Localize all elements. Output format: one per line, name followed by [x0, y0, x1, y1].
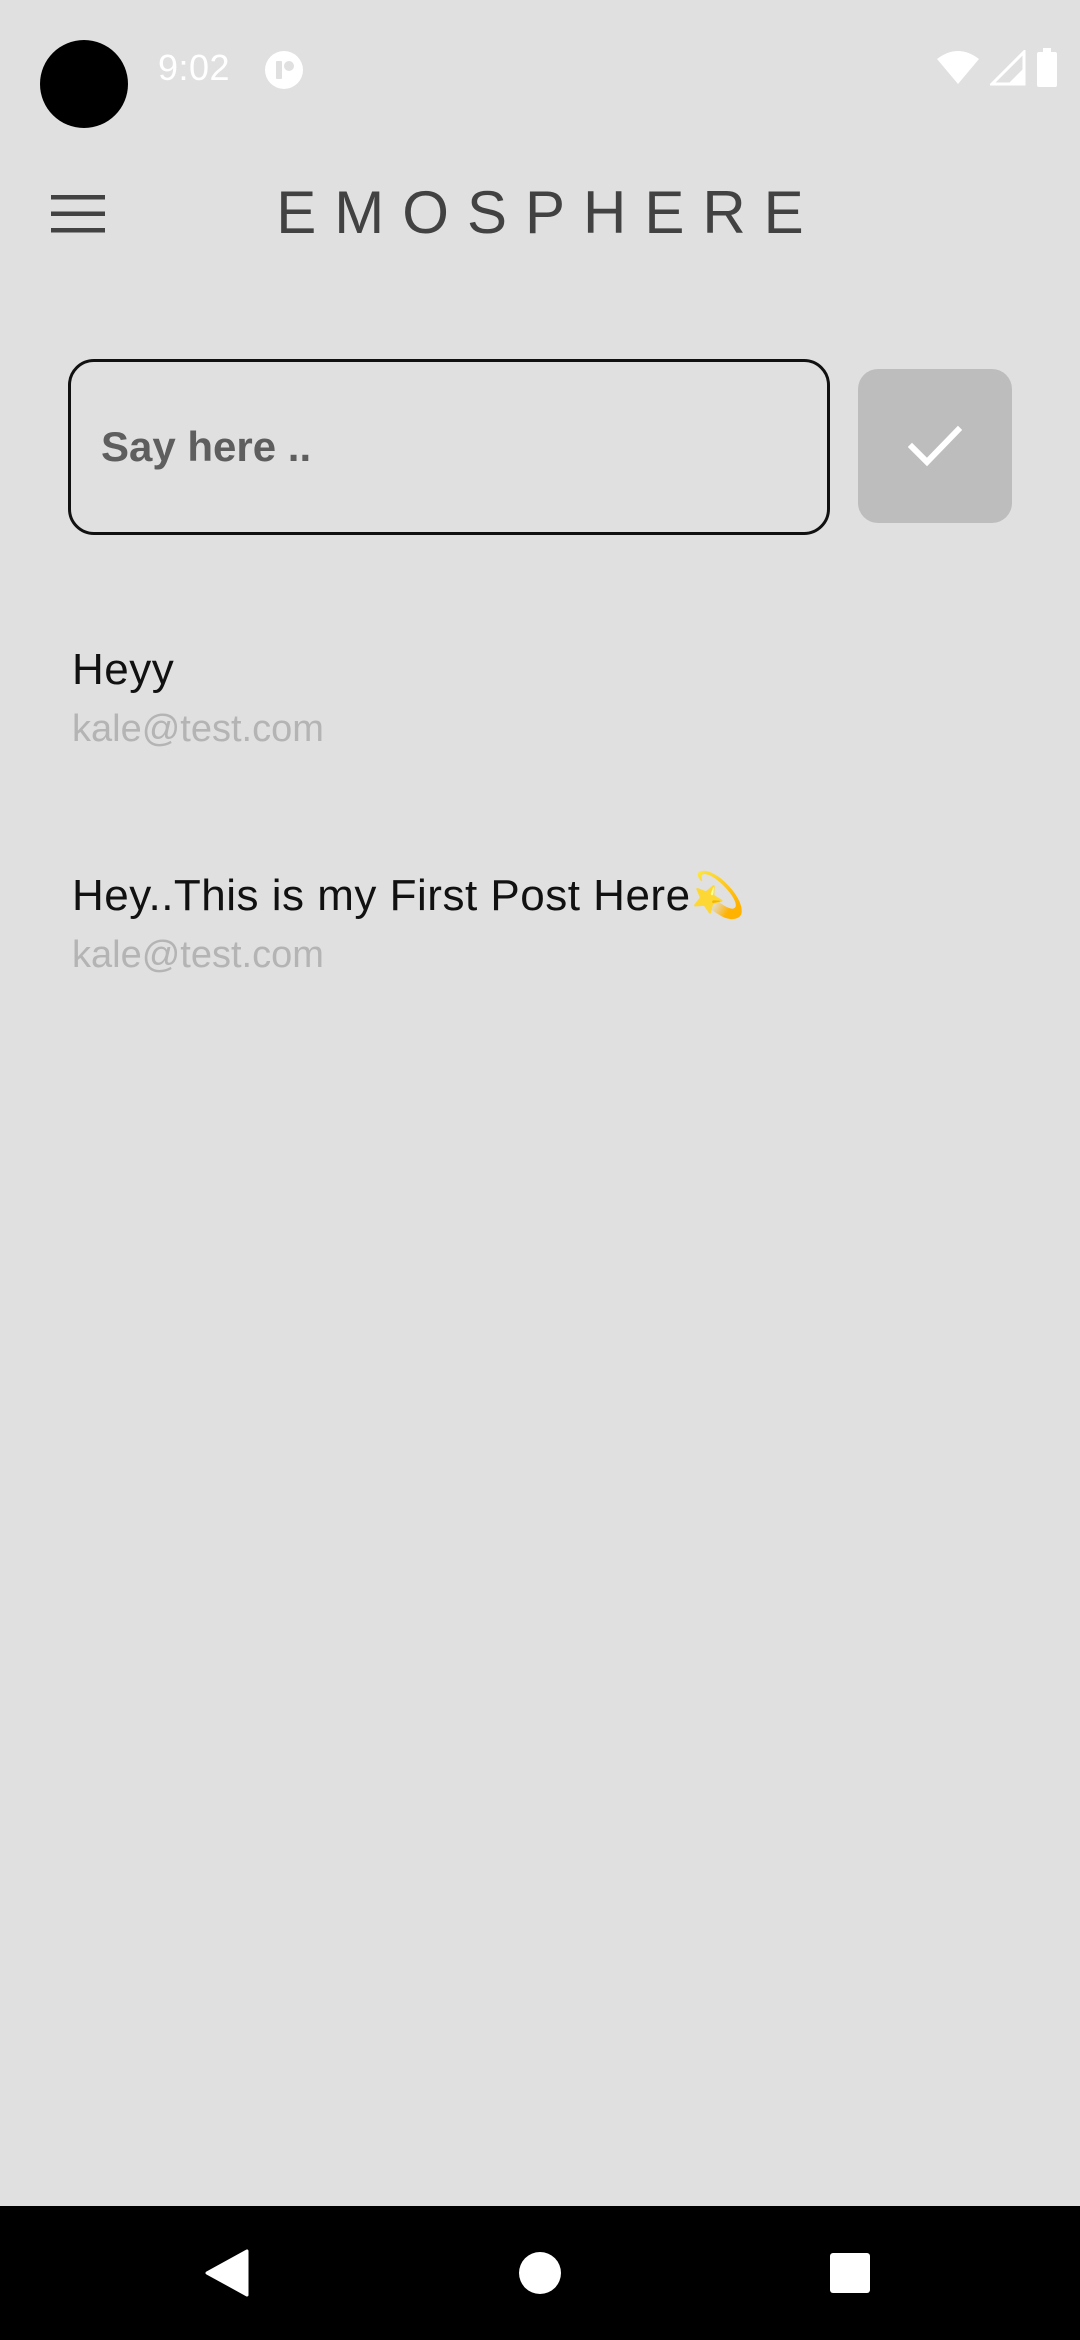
back-button[interactable]: [157, 2206, 297, 2340]
cellular-signal-icon: [990, 50, 1026, 86]
home-button[interactable]: [470, 2206, 610, 2340]
post-text: Hey..This is my First Post Here💫: [72, 871, 746, 920]
camera-cutout: [40, 40, 128, 128]
say-here-input[interactable]: [68, 359, 830, 535]
post-composer: [68, 359, 1012, 535]
status-bar: 9:02: [0, 0, 1080, 138]
submit-post-button[interactable]: [858, 369, 1012, 523]
back-icon: [205, 2249, 249, 2297]
app-notification-icon: [265, 51, 303, 89]
status-time: 9:02: [158, 47, 231, 88]
status-icons: [936, 48, 1058, 88]
battery-icon: [1037, 48, 1057, 87]
home-icon: [519, 2252, 561, 2294]
post-item: Heyy kale@test.com: [0, 620, 1080, 846]
system-nav-bar: [0, 2206, 1080, 2340]
wifi-icon: [937, 51, 979, 84]
post-item: Hey..This is my First Post Here💫 kale@te…: [0, 846, 1080, 1072]
post-text: Heyy: [72, 645, 175, 694]
post-list: Heyy kale@test.com Hey..This is my First…: [0, 620, 1080, 1072]
recents-icon: [830, 2253, 870, 2293]
app-title: EMOSPHERE: [276, 179, 822, 246]
app-bar: EMOSPHERE: [0, 138, 1080, 288]
post-author: kale@test.com: [72, 934, 324, 976]
recents-button[interactable]: [780, 2206, 920, 2340]
checkmark-icon: [908, 425, 962, 467]
post-author: kale@test.com: [72, 708, 324, 750]
